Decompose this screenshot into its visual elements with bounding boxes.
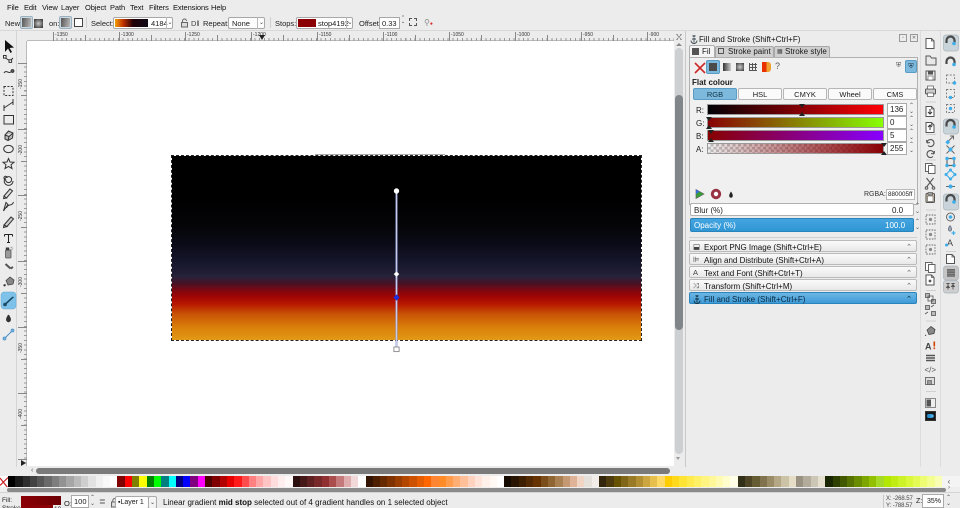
svg-text:A: A	[947, 238, 953, 248]
svg-text:A: A	[925, 342, 932, 352]
svg-text:</>: </>	[925, 366, 937, 375]
